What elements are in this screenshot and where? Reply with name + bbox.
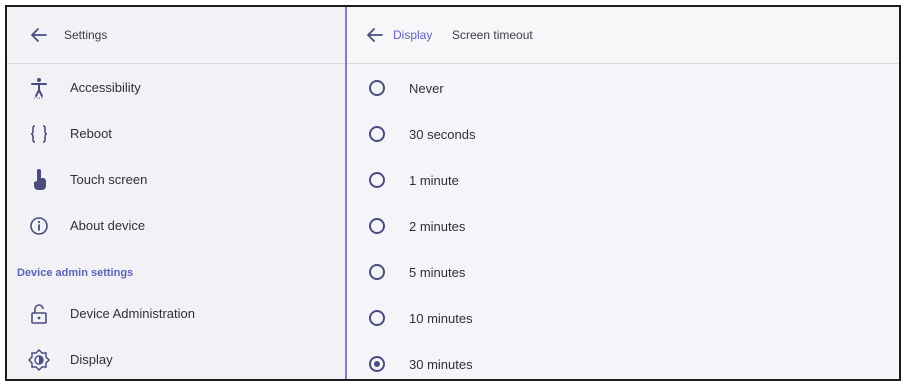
screen-frame: Settings Accessibility Reboot Touch scre…	[5, 5, 901, 381]
option-label: 1 minute	[409, 173, 459, 188]
brightness-icon	[27, 348, 51, 372]
radio-button[interactable]	[369, 172, 385, 188]
page-title: Screen timeout	[452, 28, 533, 42]
sidebar-item-about-device[interactable]: About device	[7, 203, 345, 249]
sidebar-item-device-administration[interactable]: Device Administration	[7, 291, 345, 337]
radio-button[interactable]	[369, 218, 385, 234]
sidebar-item-label: Reboot	[70, 126, 112, 141]
radio-option-2-minutes[interactable]: 2 minutes	[347, 203, 899, 249]
option-label: Never	[409, 81, 444, 96]
sidebar-item-label: About device	[70, 218, 146, 233]
sidebar-item-touch-screen[interactable]: Touch screen	[7, 157, 345, 203]
option-label: 30 seconds	[409, 127, 476, 142]
radio-option-never[interactable]: Never	[347, 65, 899, 111]
breadcrumb-display-link[interactable]: Display	[393, 28, 432, 42]
radio-option-10-minutes[interactable]: 10 minutes	[347, 295, 899, 341]
info-icon	[30, 217, 48, 235]
sidebar-item-label: Accessibility	[70, 80, 141, 95]
option-label: 10 minutes	[409, 311, 473, 326]
back-arrow-icon[interactable]	[363, 23, 387, 47]
option-label: 2 minutes	[409, 219, 466, 234]
sidebar-item-accessibility[interactable]: Accessibility	[7, 65, 345, 111]
radio-button[interactable]	[369, 310, 385, 326]
unlock-icon	[31, 304, 47, 324]
accessibility-icon	[31, 78, 47, 99]
settings-title: Settings	[64, 28, 108, 42]
breadcrumb: Display Screen timeout	[347, 7, 899, 64]
sidebar-item-label: Display	[70, 352, 113, 367]
screen-timeout-panel: Display Screen timeout Never 30 seconds …	[347, 7, 899, 379]
option-label: 30 minutes	[409, 357, 473, 372]
braces-icon	[30, 125, 48, 143]
radio-option-5-minutes[interactable]: 5 minutes	[347, 249, 899, 295]
option-label: 5 minutes	[409, 265, 466, 280]
back-arrow-icon[interactable]	[27, 23, 51, 47]
radio-option-30-minutes[interactable]: 30 minutes	[347, 341, 899, 379]
settings-sidebar: Settings Accessibility Reboot Touch scre…	[7, 7, 347, 379]
radio-button[interactable]	[369, 126, 385, 142]
radio-option-1-minute[interactable]: 1 minute	[347, 157, 899, 203]
radio-button[interactable]	[369, 264, 385, 280]
sidebar-item-label: Touch screen	[70, 172, 148, 187]
sidebar-item-reboot[interactable]: Reboot	[7, 111, 345, 157]
settings-header: Settings	[7, 7, 345, 64]
section-title-device-admin: Device admin settings	[17, 267, 134, 279]
radio-button[interactable]	[369, 80, 385, 96]
radio-button-selected[interactable]	[369, 356, 385, 372]
sidebar-item-display[interactable]: Display	[7, 337, 345, 379]
radio-option-30-seconds[interactable]: 30 seconds	[347, 111, 899, 157]
touch-icon	[34, 169, 46, 190]
sidebar-item-label: Device Administration	[70, 306, 195, 321]
